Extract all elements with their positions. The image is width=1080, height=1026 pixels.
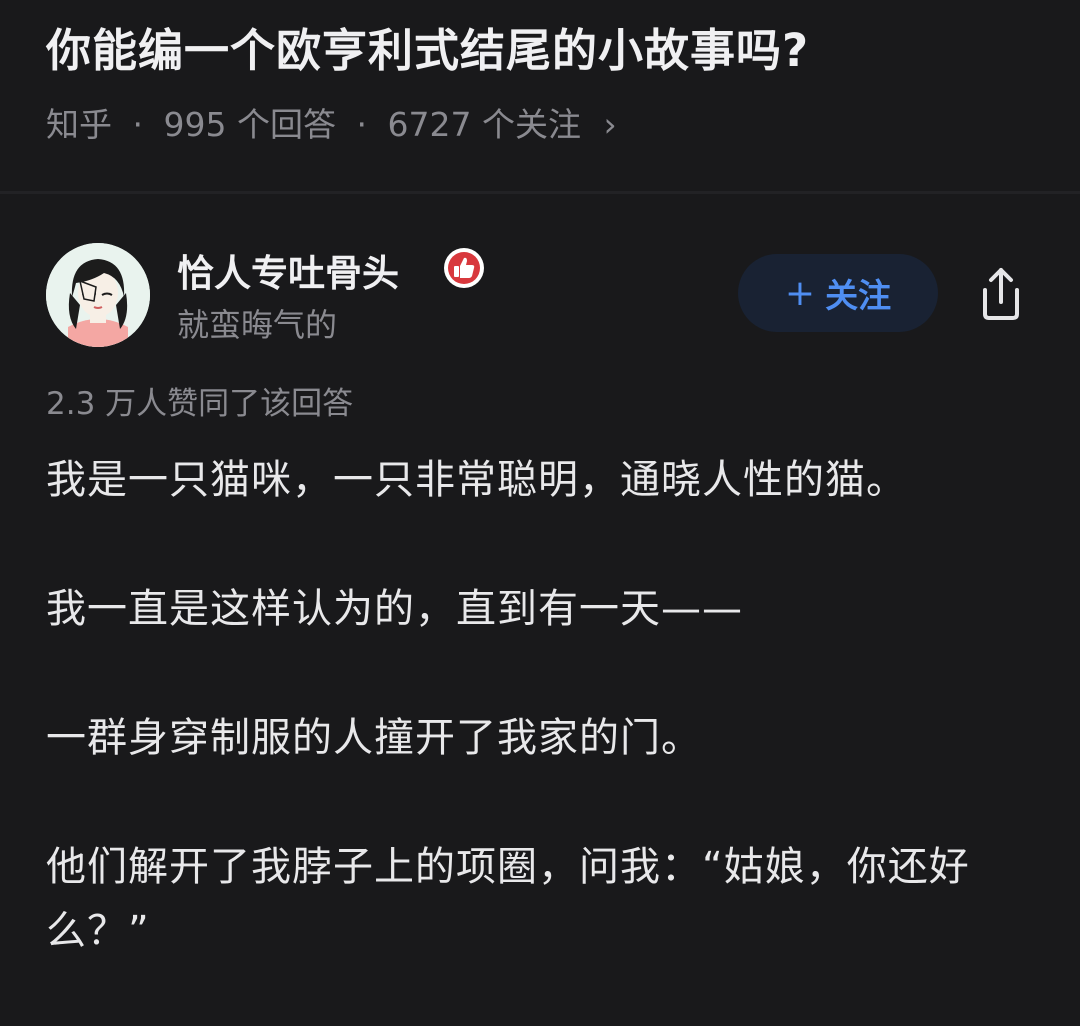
chevron-right-icon: › [603, 105, 617, 144]
divider [0, 191, 1080, 194]
answer-paragraph: 一群身穿制服的人撞开了我家的门。 [46, 715, 702, 761]
meta-separator: · [356, 105, 367, 144]
meta-separator: · [132, 105, 144, 144]
question-source: 知乎 [46, 105, 112, 144]
author-avatar[interactable] [46, 243, 150, 347]
answer-paragraph: 他们解开了我脖子上的项圈，问我：“姑娘，你还好么？” [46, 844, 970, 954]
answer-count: 995 个回答 [163, 105, 336, 144]
answer-paragraph: 我是一只猫咪，一只非常聪明，通晓人性的猫。 [46, 457, 907, 503]
author-bio: 就蛮晦气的 [177, 306, 338, 344]
vote-count: 2.3 万人赞同了该回答 [46, 386, 354, 422]
answer-body: 我是一只猫咪，一只非常聪明，通晓人性的猫。 我一直是这样认为的，直到有一天—— … [46, 448, 1046, 963]
follow-label: 关注 [825, 276, 892, 315]
share-icon[interactable] [970, 262, 1032, 324]
follow-button[interactable]: + 关注 [738, 254, 938, 332]
question-title[interactable]: 你能编一个欧亨利式结尾的小故事吗? [46, 14, 809, 79]
follower-count: 6727 个关注 [387, 105, 581, 144]
plus-icon: + [784, 272, 816, 314]
question-meta[interactable]: 知乎 · 995 个回答 · 6727 个关注 › [46, 98, 617, 146]
thumbs-up-badge-icon [444, 248, 484, 288]
author-name[interactable]: 恰人专吐骨头 [177, 243, 399, 297]
answer-paragraph: 我一直是这样认为的，直到有一天—— [46, 586, 743, 632]
avatar-illustration [46, 243, 150, 347]
